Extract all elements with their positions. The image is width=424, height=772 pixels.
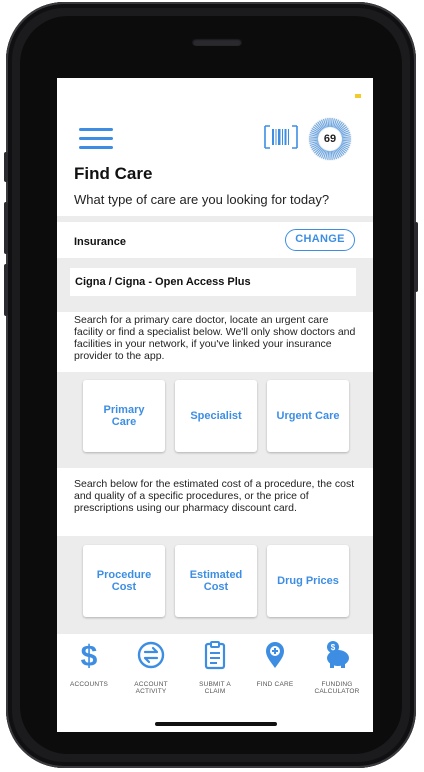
insurance-label: Insurance	[74, 236, 126, 248]
urgent-care-button[interactable]: Urgent Care	[267, 380, 349, 452]
page-subtitle: What type of care are you looking for to…	[74, 192, 330, 207]
estimated-cost-button[interactable]: Estimated Cost	[175, 545, 257, 617]
status-indicator	[355, 94, 361, 98]
phone-power-button	[414, 222, 418, 292]
insurance-plan-field[interactable]: Cigna / Cigna - Open Access Plus	[70, 268, 356, 296]
nav-account-activity[interactable]: ACCOUNT ACTIVITY	[121, 640, 181, 695]
phone-volume-up	[4, 202, 8, 254]
specialist-button[interactable]: Specialist	[175, 380, 257, 452]
exchange-icon	[137, 641, 165, 669]
svg-text:$: $	[81, 640, 98, 670]
spacer	[57, 212, 373, 214]
home-indicator[interactable]	[155, 722, 277, 726]
primary-care-label: Primary Care	[103, 404, 145, 428]
health-score-value: 69	[323, 133, 337, 145]
nav-accounts[interactable]: $ ACCOUNTS	[59, 640, 119, 688]
svg-text:$: $	[331, 643, 336, 652]
cost-description: Search below for the estimated cost of a…	[74, 478, 355, 514]
nav-account-activity-label: ACCOUNT ACTIVITY	[134, 681, 168, 695]
nav-funding-calculator-label: FUNDING CALCULATOR	[314, 681, 360, 695]
urgent-care-label: Urgent Care	[276, 410, 340, 422]
drug-prices-button[interactable]: Drug Prices	[267, 545, 349, 617]
primary-care-button[interactable]: Primary Care	[83, 380, 165, 452]
change-insurance-button[interactable]: CHANGE	[285, 229, 355, 251]
page-title: Find Care	[74, 164, 153, 183]
hamburger-menu-icon[interactable]	[79, 126, 113, 150]
estimated-cost-label: Estimated Cost	[189, 569, 243, 593]
phone-mute-switch	[4, 152, 8, 182]
piggy-bank-icon: $	[327, 641, 349, 668]
care-description: Search for a primary care doctor, locate…	[74, 314, 356, 362]
procedure-cost-label: Procedure Cost	[96, 569, 152, 593]
specialist-label: Specialist	[190, 410, 242, 422]
nav-submit-claim[interactable]: SUBMIT A CLAIM	[185, 640, 245, 695]
phone-speaker	[192, 38, 242, 46]
health-score-badge[interactable]: 69	[307, 116, 353, 162]
dollar-icon: $	[81, 640, 98, 673]
nav-find-care-label: FIND CARE	[256, 681, 294, 688]
nav-submit-claim-label: SUBMIT A CLAIM	[199, 681, 231, 695]
clipboard-icon	[204, 641, 226, 670]
app-screen: 69 Find Care What type of care are you l…	[57, 78, 373, 732]
barcode-icon[interactable]	[263, 124, 299, 150]
procedure-cost-button[interactable]: Procedure Cost	[83, 545, 165, 617]
bottom-navigation: $ ACCOUNTS ACCOUNT ACTIVITY SUBMIT A CLA…	[57, 634, 373, 732]
drug-prices-label: Drug Prices	[277, 575, 339, 587]
insurance-plan-value: Cigna / Cigna - Open Access Plus	[75, 276, 251, 288]
nav-funding-calculator[interactable]: $ FUNDING CALCULATOR	[307, 640, 367, 695]
location-pin-icon	[266, 642, 284, 668]
nav-find-care[interactable]: FIND CARE	[245, 640, 305, 688]
phone-volume-down	[4, 264, 8, 316]
nav-accounts-label: ACCOUNTS	[69, 681, 109, 688]
